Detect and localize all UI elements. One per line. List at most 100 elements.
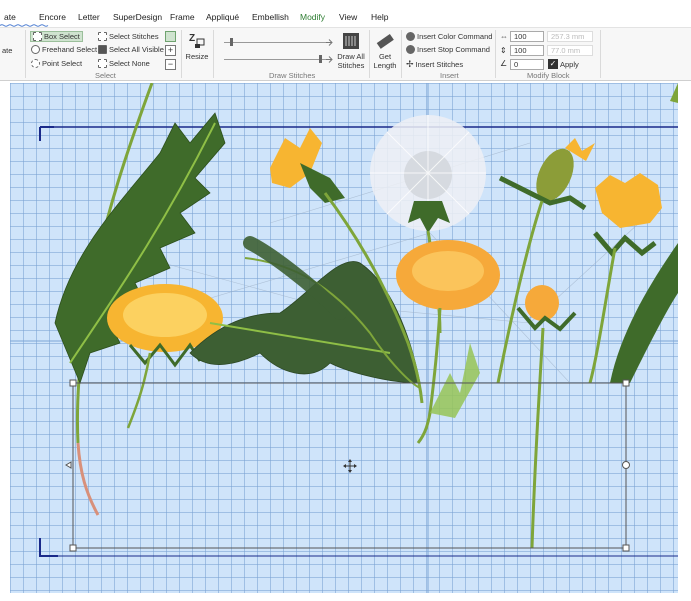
box-select-label: Box Select [44,32,80,41]
point-select-label: Point Select [42,59,83,68]
point-select-button[interactable]: Point Select [31,59,82,68]
selection-box[interactable] [65,379,630,552]
width-percent-input[interactable]: 100 [510,31,544,42]
checkbox-checked-icon: ✓ [548,59,558,69]
resize-handle-top-left[interactable] [69,379,77,387]
canvas-bottom-margin [0,593,691,601]
lasso-icon [31,45,40,54]
select-none-label: Select None [109,59,150,68]
design-canvas[interactable] [10,83,678,593]
ribbon-separator [369,30,370,78]
tab-help[interactable]: Help [371,12,388,22]
select-stitches-button[interactable]: Select Stitches [98,32,159,41]
get-length-button[interactable]: Get Length [372,32,398,70]
left-stem-pink-end [76,442,100,516]
insert-stitches-label: Insert Stitches [415,60,464,69]
insert-stop-command-button[interactable]: Insert Stop Command [406,45,490,54]
canvas-left-margin [0,83,10,593]
draw-end-slider[interactable] [224,59,332,60]
center-flower-stem [416,307,442,444]
slant-handle[interactable] [65,461,72,469]
apply-label: Apply [560,59,579,69]
tab-embellish[interactable]: Embellish [252,12,289,22]
top-right-leaf-tip [670,83,678,103]
height-percent-input[interactable]: 100 [510,45,544,56]
dandelion-seed-head [370,115,486,233]
freehand-select-button[interactable]: Freehand Select [31,45,97,54]
insert-group-label: Insert [440,71,459,80]
apply-checkbox[interactable]: ✓ Apply [548,59,579,69]
tab-letter[interactable]: Letter [78,12,100,22]
select-all-visible-button[interactable]: Select All Visible [98,45,164,54]
tab-superdesign[interactable]: SuperDesign [113,12,162,22]
select-all-icon [98,45,107,54]
select-none-button[interactable]: Select None [98,59,150,68]
svg-text:Z: Z [189,33,195,44]
tab-modify[interactable]: Modify [300,12,325,22]
ribbon-separator [401,30,402,78]
ribbon-panel: ate Box Select Freehand Select Point Sel… [0,27,691,81]
insert-stitches-button[interactable]: ✢ Insert Stitches [406,59,463,70]
draw-start-slider-thumb[interactable] [230,38,233,46]
right-flower-stem [588,247,617,384]
small-bud-stem [530,327,545,549]
arrow-right-icon [326,39,333,46]
arrow-right-icon [326,56,333,63]
angle-input[interactable]: 0 [510,59,544,70]
resize-icon: Z [189,33,205,48]
get-length-label: Get Length [373,52,397,70]
tab-applique[interactable]: Appliqué [206,12,239,22]
resize-handle-top-right[interactable] [622,379,630,387]
remove-from-selection-button[interactable]: − [165,59,176,70]
box-select-button[interactable]: Box Select [30,31,83,42]
ruler-icon [376,33,394,49]
rotate-handle[interactable] [622,461,630,469]
ribbon-separator [181,30,182,78]
create-partial-label[interactable]: ate [2,46,12,55]
angle-icon: ∠ [500,59,508,68]
ribbon-separator [600,30,601,78]
draw-start-slider[interactable] [224,42,332,43]
draw-stitches-group-label: Draw Stitches [269,71,316,80]
draw-all-stitches-button[interactable]: Draw All Stitches [335,32,367,70]
select-mode-toggle[interactable] [165,31,176,42]
top-left-dandelion-bud [270,128,345,203]
hoop-corner-top-left [39,126,54,141]
add-to-selection-button[interactable]: + [165,45,176,56]
insert-color-command-button[interactable]: Insert Color Command [406,32,492,41]
right-dandelion-flower [593,173,662,257]
embroidery-design [10,83,678,593]
insert-stitches-icon: ✢ [406,59,414,69]
height-mm-field[interactable]: 77.0 mm [547,45,593,56]
color-command-icon [406,32,415,41]
right-edge-leaf [610,243,678,383]
resize-handle-bottom-right[interactable] [622,544,630,552]
ribbon-separator [495,30,496,78]
move-cursor-icon[interactable] [343,459,357,473]
width-mm-field[interactable]: 257.3 mm [547,31,593,42]
resize-handle-bottom-left[interactable] [69,544,77,552]
draw-end-slider-thumb[interactable] [319,55,322,63]
tab-create[interactable]: ate [4,12,16,22]
modify-block-group-label: Modify Block [527,71,570,80]
draw-all-stitches-label: Draw All Stitches [337,52,365,70]
select-all-visible-label: Select All Visible [109,45,164,54]
tab-frame[interactable]: Frame [170,12,195,22]
box-select-icon [33,32,42,41]
insert-color-command-label: Insert Color Command [417,32,493,41]
right-closed-bud [498,138,595,211]
tab-view[interactable]: View [339,12,357,22]
tab-encore[interactable]: Encore [39,12,66,22]
resize-button[interactable]: Z Resize [184,32,210,61]
height-scale-icon: ⇕ [500,46,507,55]
insert-stop-command-label: Insert Stop Command [417,45,490,54]
ribbon-separator [213,30,214,78]
canvas-right-margin [678,83,691,593]
select-group-label: Select [95,71,116,80]
ribbon-tabbar: ate Encore Letter SuperDesign Frame Appl… [0,0,691,27]
select-none-icon [98,59,107,68]
ribbon-separator [25,30,26,78]
stop-command-icon [406,45,415,54]
draw-all-stitches-icon [343,33,359,49]
hoop-corner-bottom-left [39,538,58,557]
